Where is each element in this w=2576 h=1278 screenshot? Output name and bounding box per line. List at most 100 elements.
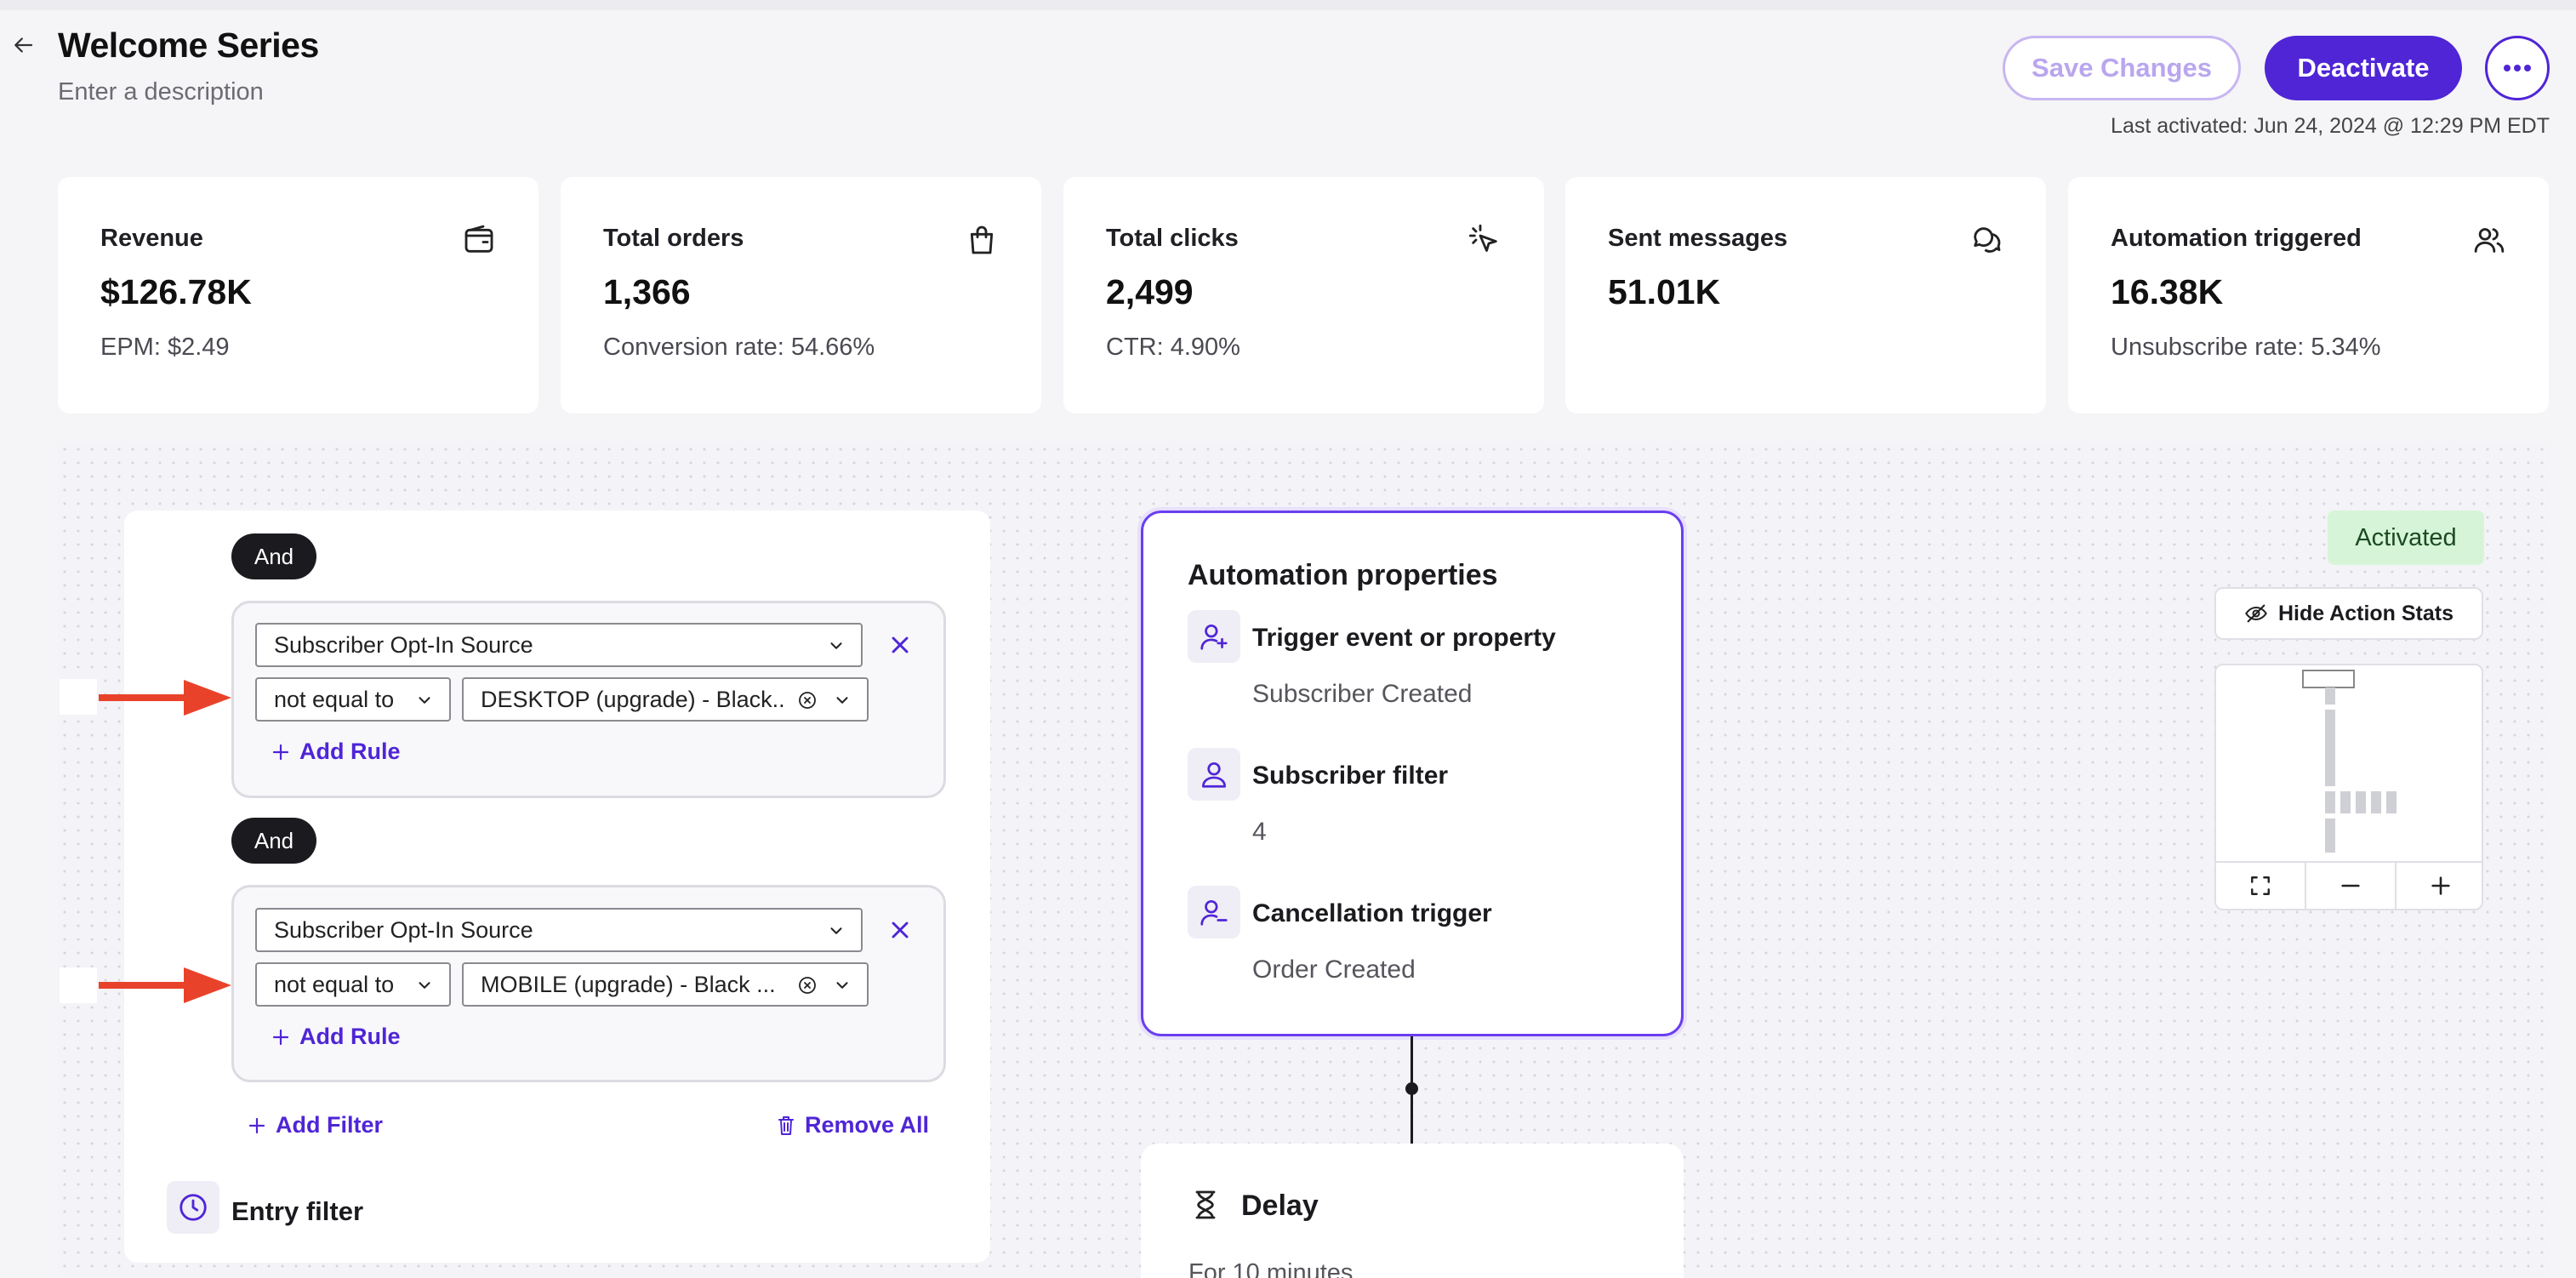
property-value: 4 [1252,818,1267,846]
operator-select[interactable]: not equal to [255,962,451,1007]
add-rule-label: Add Rule [299,1024,401,1049]
value-select[interactable]: MOBILE (upgrade) - Black ... [462,962,869,1007]
clear-circle-icon[interactable] [797,975,818,996]
chevron-down-icon [830,642,842,649]
plus-icon [248,1117,265,1133]
stat-label: Automation triggered [2111,225,2362,252]
stat-value: 51.01K [1608,272,1721,311]
stat-card-triggered: Automation triggered 16.38K Unsubscribe … [2068,177,2549,414]
stat-card-orders: Total orders 1,366 Conversion rate: 54.6… [561,177,1041,414]
save-changes-button[interactable]: Save Changes [2003,36,2241,100]
ellipsis-icon [2504,65,2531,71]
fit-view-button[interactable] [2216,863,2306,909]
chat-bubbles-icon [1974,227,2001,253]
back-arrow-icon[interactable] [10,32,36,58]
stat-label: Sent messages [1608,225,1788,252]
eye-off-icon [2245,604,2267,623]
description-input[interactable]: Enter a description [58,78,264,106]
chevron-down-icon [419,982,430,989]
zoom-out-button[interactable] [2306,863,2396,909]
status-badge: Activated [2328,511,2484,565]
value-select[interactable]: DESKTOP (upgrade) - Black... [462,677,869,722]
stat-value: 16.38K [2111,272,2224,311]
user-minus-icon [1200,899,1228,926]
remove-rule-icon[interactable] [886,631,914,659]
automation-properties-title: Automation properties [1188,559,1498,591]
property-icon-box [1188,886,1240,939]
property-value: Order Created [1252,956,1416,984]
stat-card-sent: Sent messages 51.01K [1565,177,2046,414]
annotation-arrow-icon [99,967,231,1003]
plus-icon [2431,876,2450,895]
add-filter-label: Add Filter [276,1112,383,1138]
property-select[interactable]: Subscriber Opt-In Source [255,908,863,952]
flow-connector-dot[interactable] [1405,1082,1418,1095]
entry-filter-icon-box [167,1181,219,1234]
minimap[interactable] [2214,664,2483,910]
stat-value: $126.78K [100,272,252,311]
value-select-value: MOBILE (upgrade) - Black ... [481,971,776,997]
panel-edge-tab [60,967,97,1003]
deactivate-button[interactable]: Deactivate [2265,36,2462,100]
user-plus-icon [1200,624,1228,650]
property-value: Subscriber Created [1252,680,1473,708]
minus-icon [2341,884,2360,887]
stat-value: 2,499 [1106,272,1194,311]
fullscreen-icon [2251,876,2270,895]
shopping-bag-icon [970,225,994,254]
zoom-in-button[interactable] [2396,863,2482,909]
minimap-controls [2216,861,2482,909]
top-strip [0,0,2576,10]
user-icon [1201,762,1227,788]
plus-icon [272,744,289,760]
stat-label: Total orders [603,225,744,252]
property-label: Subscriber filter [1252,762,1449,790]
more-options-button[interactable] [2485,36,2550,100]
clock-icon [180,1194,207,1221]
chevron-down-icon [830,927,842,934]
hide-action-stats-button[interactable]: Hide Action Stats [2214,587,2483,640]
operator-select[interactable]: not equal to [255,677,451,722]
panel-edge-tab [60,679,97,715]
delay-node[interactable]: Delay For 10 minutes [1141,1144,1684,1278]
stat-sub: CTR: 4.90% [1106,334,1240,361]
value-select-value: DESKTOP (upgrade) - Black... [481,686,787,712]
automation-properties-node[interactable]: Automation properties Trigger event or p… [1141,511,1684,1036]
last-activated-text: Last activated: Jun 24, 2024 @ 12:29 PM … [2111,114,2550,138]
and-operator-badge[interactable]: And [231,818,316,864]
and-operator-badge[interactable]: And [231,533,316,579]
cursor-click-icon [1468,224,1497,252]
entry-filter-label: Entry filter [231,1196,364,1226]
remove-all-button[interactable]: Remove All [776,1112,929,1138]
hourglass-icon [1195,1190,1216,1219]
delay-title: Delay [1241,1190,1319,1222]
clear-circle-icon[interactable] [797,690,818,710]
property-select[interactable]: Subscriber Opt-In Source [255,623,863,667]
property-icon-box [1188,748,1240,801]
stat-card-clicks: Total clicks 2,499 CTR: 4.90% [1063,177,1544,414]
page-title[interactable]: Welcome Series [58,26,319,66]
remove-all-label: Remove All [805,1112,930,1138]
stat-value: 1,366 [603,272,691,311]
operator-select-value: not equal to [274,971,395,997]
add-rule-label: Add Rule [299,739,401,764]
annotation-arrow-icon [99,680,231,716]
plus-icon [272,1029,289,1045]
add-filter-button[interactable]: Add Filter [247,1112,383,1138]
property-label: Cancellation trigger [1252,899,1492,927]
trash-icon [778,1115,794,1135]
stat-sub: Conversion rate: 54.66% [603,334,875,361]
add-rule-button[interactable]: Add Rule [271,739,401,765]
delay-subtitle: For 10 minutes [1188,1259,1354,1278]
chevron-down-icon [836,697,848,704]
stat-label: Total clicks [1106,225,1239,252]
property-icon-box [1188,610,1240,663]
add-rule-button[interactable]: Add Rule [271,1024,401,1050]
hide-action-stats-label: Hide Action Stats [2277,601,2454,625]
stat-sub: EPM: $2.49 [100,334,230,361]
minimap-viewport[interactable] [2216,665,2483,863]
wallet-icon [464,225,493,253]
remove-rule-icon[interactable] [886,916,914,944]
stat-sub: Unsubscribe rate: 5.34% [2111,334,2381,361]
operator-select-value: not equal to [274,686,395,712]
